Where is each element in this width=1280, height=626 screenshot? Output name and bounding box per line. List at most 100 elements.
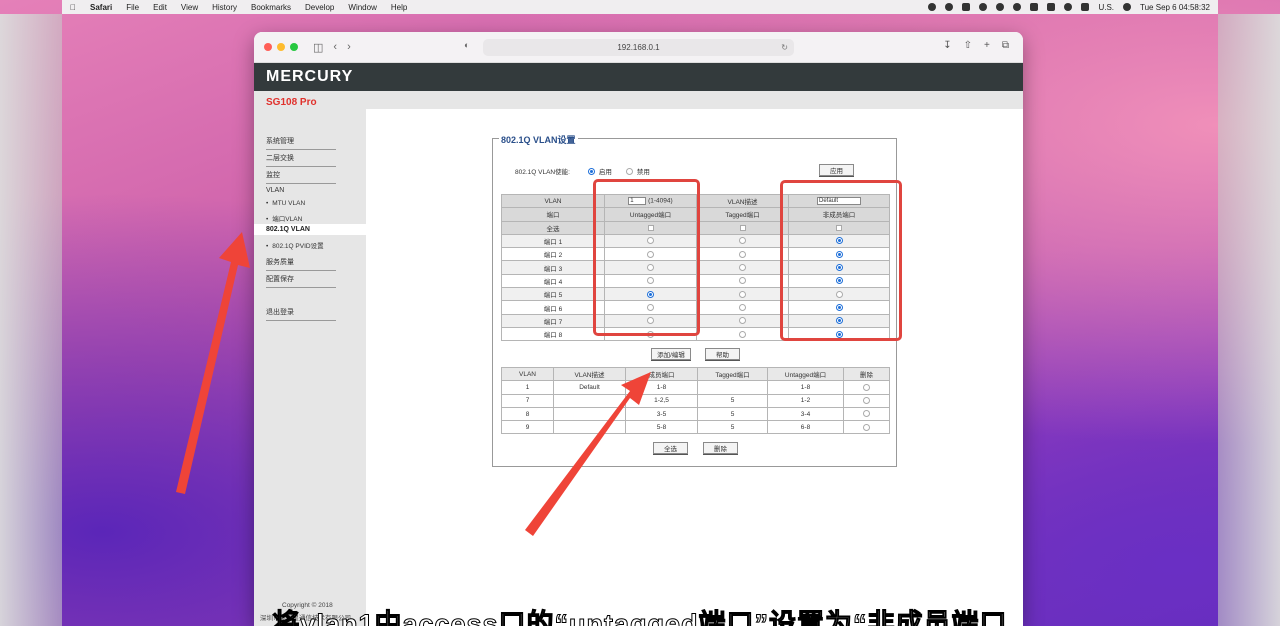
untagged-highlight-box	[593, 179, 700, 336]
cloud-icon[interactable]	[962, 3, 971, 11]
menu-file[interactable]: File	[126, 3, 139, 12]
col-tagged: Tagged端口	[696, 207, 789, 222]
table-row: 7 1-2,5 5 1-2	[501, 393, 890, 408]
tagged-radio[interactable]	[739, 250, 746, 258]
tagged-radio[interactable]	[739, 317, 746, 325]
menu-window[interactable]: Window	[348, 3, 376, 12]
vlan-enable-row: 802.1Q VLAN使能: 启用 禁用	[515, 166, 650, 176]
nav-monitor[interactable]: 监控	[266, 170, 336, 184]
new-tab-icon[interactable]: +	[984, 40, 990, 51]
table-row: 8 3-5 5 3-4	[501, 406, 890, 422]
record-icon[interactable]	[928, 3, 937, 11]
siri-icon[interactable]	[1123, 3, 1132, 11]
vlan-desc-label: VLAN描述	[696, 193, 789, 209]
list-header-cell: VLAN	[501, 366, 554, 382]
tagged-radio[interactable]	[739, 237, 746, 245]
list-cell-tagged	[697, 380, 768, 395]
list-header-cell: 删除	[843, 366, 890, 382]
brand-logo: MERCURY	[266, 68, 354, 85]
nav-system[interactable]: 系统管理	[266, 136, 336, 150]
menu-app-name[interactable]: Safari	[90, 3, 112, 12]
list-cell-members: 1-2,5	[625, 393, 698, 408]
select-all-tagged-checkbox[interactable]	[739, 224, 746, 231]
delete-button[interactable]: 删除	[703, 442, 738, 454]
tab-overview-icon[interactable]: ⧉	[1002, 40, 1009, 51]
router-model: SG108 Pro	[266, 97, 317, 108]
port-name: 端口 1	[501, 233, 605, 249]
menu-history[interactable]: History	[212, 3, 237, 12]
list-cell-untagged: 1-8	[767, 380, 844, 395]
list-cell-members: 3-5	[625, 406, 698, 422]
tagged-radio[interactable]	[739, 277, 746, 285]
nav-pvid[interactable]: 802.1Q PVID设置	[266, 240, 336, 250]
clock[interactable]: Tue Sep 6 04:58:32	[1140, 3, 1210, 12]
headphones-icon[interactable]	[1013, 3, 1022, 11]
help-button[interactable]: 帮助	[705, 348, 740, 360]
zoom-window-icon[interactable]	[290, 43, 298, 51]
forward-icon[interactable]: ›	[347, 41, 351, 53]
menu-edit[interactable]: Edit	[153, 3, 167, 12]
share-icon[interactable]: ⇧	[964, 40, 972, 51]
search-icon[interactable]	[1081, 3, 1090, 11]
moon-icon[interactable]	[979, 3, 988, 11]
port-name: 端口 7	[501, 313, 605, 328]
menu-view[interactable]: View	[181, 3, 198, 12]
menu-help[interactable]: Help	[391, 3, 407, 12]
vlan-enable-label: 802.1Q VLAN使能:	[515, 169, 570, 176]
tagged-radio[interactable]	[739, 290, 746, 298]
close-window-icon[interactable]	[264, 43, 272, 51]
download-icon[interactable]: ↧	[943, 40, 951, 51]
nav-qos[interactable]: 服务质量	[266, 257, 336, 271]
vlan-list-table: VLAN VLAN描述 成员端口 Tagged端口 Untagged端口 删除 1 Defa…	[501, 366, 890, 435]
nav-layer2[interactable]: 二层交换	[266, 153, 336, 167]
minimize-window-icon[interactable]	[277, 43, 285, 51]
reload-icon[interactable]: ↻	[781, 43, 788, 52]
background-window-left	[0, 14, 62, 626]
list-cell-members: 1-8	[625, 380, 698, 395]
nav-8021q-vlan[interactable]: 802.1Q VLAN	[254, 224, 366, 235]
tagged-radio[interactable]	[739, 303, 746, 311]
input-source[interactable]: U.S.	[1098, 3, 1114, 12]
delete-select-radio[interactable]	[863, 397, 870, 405]
port-name: 端口 2	[501, 247, 605, 262]
tagged-radio[interactable]	[739, 264, 746, 272]
list-cell-tagged: 5	[697, 406, 768, 422]
nav-vlan[interactable]: VLAN	[266, 187, 336, 194]
address-bar[interactable]: 192.168.0.1 ↻	[483, 39, 794, 56]
wifi-icon[interactable]	[1064, 3, 1073, 11]
menu-develop[interactable]: Develop	[305, 3, 334, 12]
select-all-label: 全选	[501, 220, 605, 235]
privacy-shield-icon[interactable]: ◐	[464, 40, 469, 50]
add-edit-button[interactable]: 添加/编辑	[651, 348, 691, 360]
delete-select-radio[interactable]	[863, 423, 870, 431]
table-row: 9 5-8 5 6-8	[501, 420, 890, 435]
select-all-button[interactable]: 全选	[653, 442, 688, 454]
nav-port-vlan[interactable]: 端口VLAN	[266, 213, 336, 223]
apple-icon[interactable]: 	[70, 3, 76, 12]
table-row: VLAN VLAN描述 成员端口 Tagged端口 Untagged端口 删除	[501, 366, 890, 382]
delete-select-radio[interactable]	[863, 410, 870, 418]
tagged-radio[interactable]	[739, 330, 746, 338]
status-icon[interactable]	[945, 3, 954, 11]
nav-save-config[interactable]: 配置保存	[266, 274, 336, 288]
delete-select-radio[interactable]	[863, 383, 870, 391]
list-cell-desc	[553, 420, 626, 435]
bluetooth-icon[interactable]	[1030, 3, 1039, 11]
disable-radio[interactable]	[625, 167, 633, 175]
back-icon[interactable]: ‹	[333, 41, 337, 53]
nav-mtu-vlan[interactable]: MTU VLAN	[266, 200, 336, 207]
wechat-icon[interactable]	[996, 3, 1005, 11]
router-brand-bar: MERCURY	[254, 63, 1023, 91]
url-text: 192.168.0.1	[617, 43, 660, 52]
menu-bookmarks[interactable]: Bookmarks	[251, 3, 291, 12]
list-cell-vlan: 1	[501, 380, 554, 395]
nav-logout[interactable]: 退出登录	[266, 307, 336, 321]
sidebar-toggle-icon[interactable]: ◫	[313, 41, 323, 54]
enable-radio[interactable]	[587, 167, 595, 175]
port-name: 端口 5	[501, 287, 605, 302]
battery-icon[interactable]	[1047, 3, 1056, 11]
panel-title: 802.1Q VLAN设置	[499, 133, 578, 146]
list-cell-vlan: 9	[501, 420, 554, 435]
apply-button[interactable]: 应用	[819, 164, 854, 176]
table-row: 1 Default 1-8 1-8	[501, 380, 890, 395]
